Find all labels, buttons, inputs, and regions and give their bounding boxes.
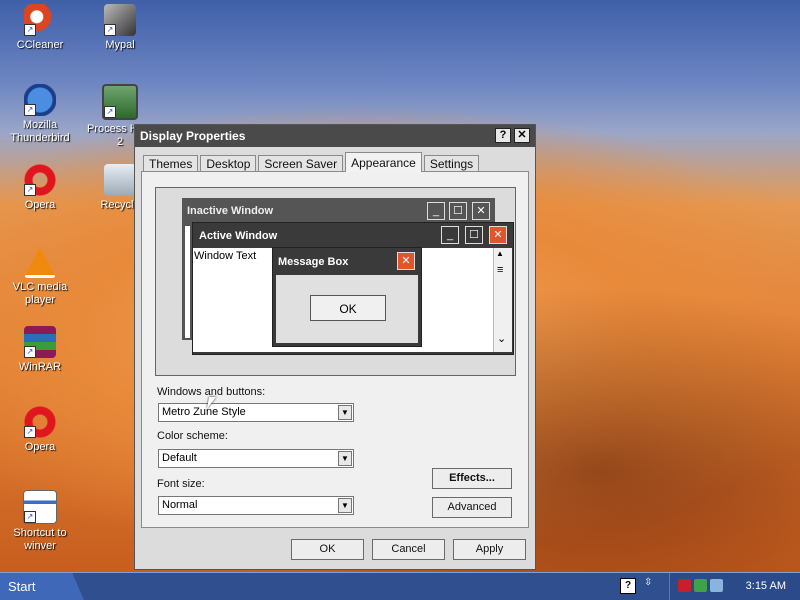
minimize-icon: _ — [441, 226, 459, 244]
display-properties-window: Display Properties ? ✕ Themes Desktop Sc… — [134, 124, 536, 570]
preview-scrollbar: ▲ ≡ ⌄ — [493, 248, 512, 352]
winrar-icon: ↗ — [24, 326, 56, 358]
windows-and-buttons-select[interactable]: Metro Zune Style ▼ — [158, 403, 354, 422]
color-scheme-label: Color scheme: — [157, 430, 228, 442]
network-icon[interactable] — [694, 579, 707, 592]
font-size-label: Font size: — [157, 478, 205, 490]
tab-settings[interactable]: Settings — [423, 155, 480, 172]
volume-icon[interactable] — [710, 579, 723, 592]
desktop-icon-ccleaner[interactable]: ↗ CCleaner — [4, 4, 76, 52]
preview-ok-button: OK — [310, 295, 386, 321]
color-scheme-value: Default — [162, 452, 197, 464]
preview-message-box-title: Message Box — [278, 256, 349, 268]
maximize-icon: ☐ — [449, 202, 467, 220]
font-size-value: Normal — [162, 499, 198, 511]
security-shield-icon[interactable] — [678, 579, 691, 592]
preview-window-text: Window Text — [194, 250, 257, 262]
thunderbird-icon: ↗ — [24, 84, 56, 116]
vlc-icon — [24, 246, 56, 278]
minimize-icon: _ — [427, 202, 445, 220]
desktop-icon-winver[interactable]: ↗ Shortcut to winver — [4, 490, 76, 553]
desktop-icon-label: VLC media player — [12, 281, 68, 306]
tab-screen-saver[interactable]: Screen Saver — [258, 155, 344, 172]
start-button[interactable]: Start — [0, 573, 84, 600]
opera-icon: ↗ — [24, 164, 56, 196]
keyboard-icon[interactable]: ⇳ — [644, 577, 652, 588]
advanced-button[interactable]: Advanced — [432, 497, 512, 518]
desktop-icon-label: WinRAR — [18, 361, 62, 373]
clock: 3:15 AM — [745, 580, 786, 592]
tab-themes[interactable]: Themes — [143, 155, 199, 172]
preview-message-box: Message Box ✕ OK — [272, 247, 422, 347]
cancel-button[interactable]: Cancel — [372, 539, 445, 560]
desktop-icon-mypal[interactable]: ↗ Mypal — [84, 4, 156, 52]
desktop-icon-label: Mozilla Thunderbird — [10, 119, 70, 144]
tab-strip: Themes Desktop Screen Saver Appearance S… — [143, 152, 481, 172]
preview-inactive-title: Inactive Window — [187, 205, 274, 217]
chevron-down-icon[interactable]: ▼ — [338, 498, 352, 513]
chevron-down-icon[interactable]: ▼ — [338, 405, 352, 420]
ok-button[interactable]: OK — [291, 539, 364, 560]
effects-button[interactable]: Effects... — [432, 468, 512, 489]
preview-active-window: Active Window _ ☐ ✕ Window Text ▲ ≡ ⌄ Me… — [192, 222, 514, 355]
appearance-panel: Inactive Window _ ☐ ✕ Active Window _ ☐ … — [141, 171, 529, 528]
process-hacker-icon: ↗ — [102, 84, 138, 120]
mypal-icon: ↗ — [104, 4, 136, 36]
close-icon: ✕ — [472, 202, 490, 220]
recycle-bin-icon — [104, 164, 136, 196]
tab-appearance[interactable]: Appearance — [345, 152, 422, 172]
chevron-down-icon[interactable]: ▼ — [338, 451, 352, 466]
ccleaner-icon: ↗ — [24, 4, 56, 36]
desktop-icon-vlc[interactable]: VLC media player — [4, 246, 76, 307]
desktop-icon-opera[interactable]: ↗ Opera — [4, 164, 76, 212]
desktop-icon-label: Opera — [24, 199, 56, 211]
appearance-preview: Inactive Window _ ☐ ✕ Active Window _ ☐ … — [155, 187, 516, 376]
color-scheme-select[interactable]: Default ▼ — [158, 449, 354, 468]
desktop-icon-label: Shortcut to winver — [13, 527, 67, 552]
desktop-icon-thunderbird[interactable]: ↗ Mozilla Thunderbird — [4, 84, 76, 145]
help-button[interactable]: ? — [495, 128, 511, 143]
windows-and-buttons-value: Metro Zune Style — [162, 406, 246, 418]
preview-active-title: Active Window — [199, 230, 278, 242]
desktop-icon-winrar[interactable]: ↗ WinRAR — [4, 326, 76, 374]
preview-message-box-body: OK — [276, 275, 418, 343]
scroll-thumb-icon: ≡ — [497, 264, 504, 276]
window-title-bar[interactable]: Display Properties ? ✕ — [135, 125, 535, 147]
close-icon: ✕ — [489, 226, 507, 244]
opera-icon: ↗ — [24, 406, 56, 438]
tab-desktop[interactable]: Desktop — [200, 155, 257, 172]
close-icon: ✕ — [397, 252, 415, 270]
taskbar: Start ? ⇳ 3:15 AM — [0, 572, 800, 600]
system-tray: 3:15 AM — [669, 573, 800, 600]
desktop-icon-label: Opera — [24, 441, 56, 453]
window-title: Display Properties — [140, 129, 246, 143]
shortcut-winver-icon: ↗ — [23, 490, 57, 524]
apply-button[interactable]: Apply — [453, 539, 526, 560]
preview-inactive-client — [185, 226, 190, 338]
maximize-icon: ☐ — [465, 226, 483, 244]
scroll-down-icon: ⌄ — [497, 333, 507, 345]
desktop-icon-label: Mypal — [105, 39, 135, 51]
desktop-icon-label: CCleaner — [16, 39, 64, 51]
help-icon[interactable]: ? — [620, 578, 636, 594]
scroll-up-icon: ▲ — [496, 249, 504, 258]
font-size-select[interactable]: Normal ▼ — [158, 496, 354, 515]
desktop-icon-opera-2[interactable]: ↗ Opera — [4, 406, 76, 454]
close-button[interactable]: ✕ — [514, 128, 530, 143]
